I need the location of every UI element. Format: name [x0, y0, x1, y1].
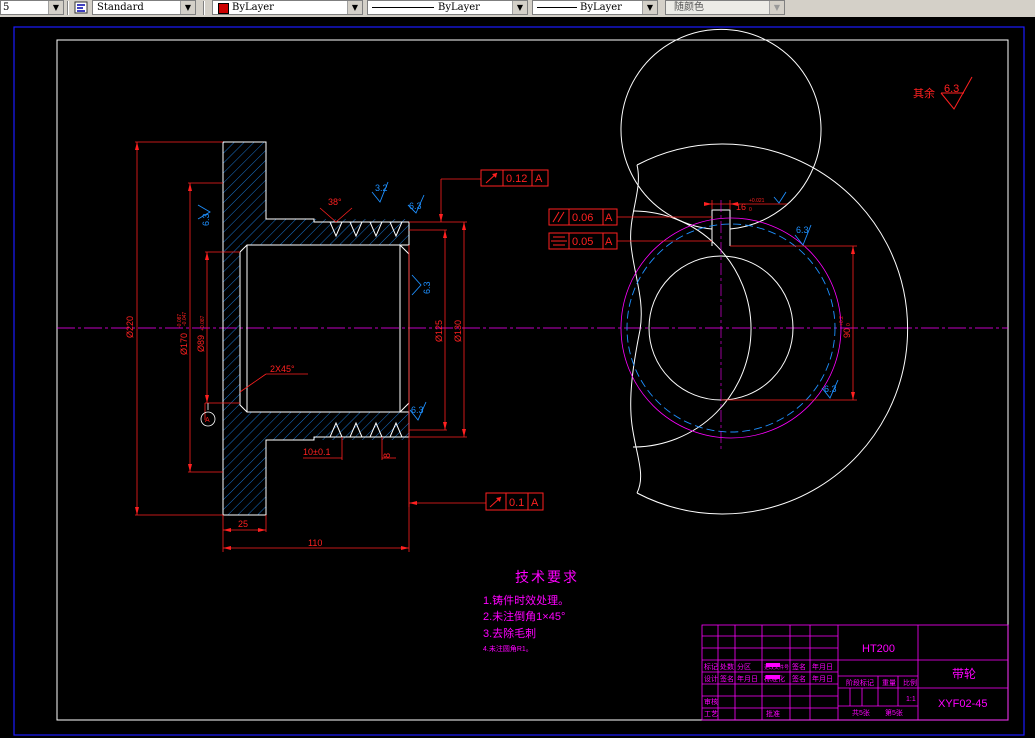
title-scale: 1:1	[906, 696, 916, 703]
title-small-label: 比例	[903, 678, 917, 687]
text-style-combo[interactable]: Standard ▼	[92, 0, 196, 15]
title-col-label: 分区	[737, 662, 751, 671]
roughness-value: 6.3	[796, 225, 809, 235]
toolbar-separator	[203, 1, 205, 15]
title-drawing-no: XYF02-45	[938, 698, 988, 710]
dim-d89-tol: +0.087	[200, 315, 206, 331]
tech-note: 4.未注圆角R1。	[483, 644, 533, 653]
dim-key-width: 16	[736, 202, 746, 212]
dim-key-tol: +0.021	[749, 198, 765, 204]
chevron-down-icon[interactable]: ▼	[769, 1, 784, 14]
layer-combo-text: 5	[3, 2, 10, 13]
color-combo[interactable]: ByLayer ▼	[212, 0, 363, 15]
datum-letter: A	[205, 417, 210, 424]
dim-chamfer: 2X45°	[270, 364, 295, 374]
dim-key-depth: 90	[842, 328, 852, 338]
title-row-label: 设计	[704, 674, 718, 683]
title-col-label: 签名	[792, 662, 806, 671]
title-row-label: 审核	[704, 697, 718, 706]
color-swatch-icon	[218, 3, 229, 14]
lineweight-sample-icon	[537, 7, 577, 8]
dim-d220: Ø220	[125, 316, 135, 338]
linetype-sample-icon	[372, 7, 434, 8]
tolerance-datum: A	[605, 236, 613, 248]
tolerance-value: 0.05	[572, 236, 593, 248]
dim-pitch: 10±0.1	[303, 447, 330, 457]
title-row-label: 标记	[704, 662, 718, 671]
dim-len110: 110	[308, 538, 322, 548]
plot-style-value: 随颜色	[674, 2, 704, 13]
dim-d125: Ø125	[434, 320, 444, 342]
text-style-icon[interactable]	[74, 1, 88, 14]
dim-d170: Ø170	[179, 333, 189, 355]
layer-combo[interactable]: 5 ▼	[0, 0, 64, 15]
linetype-combo[interactable]: ByLayer ▼	[367, 0, 528, 15]
roughness-value: 6.3	[201, 213, 211, 226]
chevron-down-icon[interactable]: ▼	[512, 1, 527, 14]
tolerance-value: 0.1	[509, 497, 524, 509]
roughness-value: 6.3	[409, 201, 422, 211]
dim-key-depth-tol-lower: 0	[846, 323, 852, 326]
chevron-down-icon[interactable]: ▼	[642, 1, 657, 14]
dim-d170-tol2: -0.047	[182, 312, 188, 326]
title-small-label: 批准	[766, 709, 780, 718]
tolerance-value: 0.12	[506, 173, 527, 185]
roughness-value: 6.3	[411, 405, 424, 415]
chevron-down-icon[interactable]: ▼	[48, 1, 63, 14]
text-style-value: Standard	[97, 2, 144, 13]
color-value: ByLayer	[232, 2, 274, 13]
drawing-canvas[interactable]: Ø220 Ø170 -0.087 -0.047 Ø89 +0.087 Ø125 …	[0, 17, 1035, 738]
default-roughness-prefix: 其余	[913, 86, 935, 100]
roughness-value: 3.2	[375, 183, 388, 193]
title-part-name: 带轮	[952, 667, 976, 681]
tech-note: 3.去除毛刺	[483, 626, 536, 640]
roughness-value: 6.3	[824, 384, 837, 394]
tolerance-datum: A	[531, 497, 539, 509]
tech-title: 技术要求	[515, 569, 579, 585]
title-col-label: 年月日	[737, 674, 758, 683]
dim-key-depth-tol: +0.2	[839, 316, 845, 326]
toolbar-separator	[67, 1, 69, 15]
linetype-value: ByLayer	[438, 2, 480, 13]
plot-style-combo[interactable]: 随颜色 ▼	[665, 0, 785, 15]
properties-toolbar: 5 ▼ Standard ▼ ByLayer ▼ ByLayer ▼ ByLay…	[0, 0, 1035, 18]
chevron-down-icon[interactable]: ▼	[347, 1, 362, 14]
chevron-down-icon[interactable]: ▼	[180, 1, 195, 14]
tolerance-datum: A	[535, 173, 543, 185]
title-col-label: 签名	[792, 674, 806, 683]
tolerance-datum: A	[605, 212, 613, 224]
title-sheet-total: 共5张	[852, 708, 870, 717]
title-small-label: 重量	[882, 679, 896, 687]
title-col-label: 处数	[720, 662, 734, 671]
title-col-label: 年月日	[812, 662, 833, 671]
tolerance-value: 0.06	[572, 212, 593, 224]
tech-note: 1.铸件时效处理。	[483, 593, 569, 607]
title-sheet-no: 第5张	[885, 708, 903, 717]
title-material: HT200	[862, 643, 895, 655]
dim-d130: Ø130	[453, 320, 463, 342]
roughness-value: 6.3	[422, 281, 432, 294]
tech-note: 2.未注倒角1×45°	[483, 609, 565, 623]
title-col-label: 年月日	[812, 674, 833, 683]
dim-groove: 8	[382, 453, 392, 458]
title-small-label: 阶段标记	[846, 678, 874, 687]
lineweight-combo[interactable]: ByLayer ▼	[532, 0, 658, 15]
dim-key-tol-lower: 0	[749, 207, 752, 213]
dim-len25: 25	[238, 519, 248, 529]
lineweight-value: ByLayer	[580, 2, 622, 13]
dim-d89: Ø89	[196, 335, 206, 352]
title-row-label: 工艺	[704, 710, 718, 718]
title-col-label: 签名	[720, 674, 734, 683]
dim-angle: 38°	[328, 197, 342, 207]
